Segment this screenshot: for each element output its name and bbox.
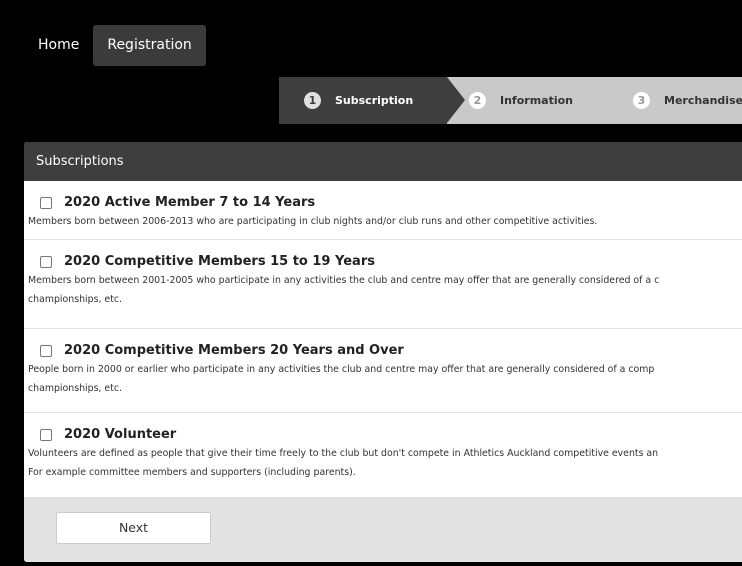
description-line: People born in 2000 or earlier who parti… [28,364,655,375]
step-subscription[interactable]: 1 Subscription [279,77,447,124]
description-line: For example committee members and suppor… [28,467,356,478]
step-label: Merchandise [664,94,742,107]
step-arrow [447,77,465,123]
subscription-title[interactable]: 2020 Competitive Members 15 to 19 Years [64,254,375,269]
nav-home-link[interactable]: Home [24,25,93,66]
step-label: Subscription [335,94,414,107]
panel-footer: Next [24,497,742,562]
panel-title: Subscriptions [24,142,742,181]
subscription-item: 2020 Active Member 7 to 14 Years Members… [24,181,742,240]
step-merchandise[interactable]: 3 Merchandise [633,77,742,124]
subscription-description: People born in 2000 or earlier who parti… [28,360,742,398]
step-number: 3 [633,92,650,109]
next-button[interactable]: Next [56,512,211,544]
subscription-description: Members born between 2006-2013 who are p… [28,216,598,227]
subscription-description: Volunteers are defined as people that gi… [28,444,742,482]
top-nav: Home Registration [24,25,206,66]
step-label: Information [500,94,573,107]
description-line: Members born between 2001-2005 who parti… [28,275,660,286]
subscription-title[interactable]: 2020 Competitive Members 20 Years and Ov… [64,343,404,358]
nav-registration-link[interactable]: Registration [93,25,206,66]
description-line: championships, etc. [28,383,123,394]
subscription-item: 2020 Competitive Members 15 to 19 Years … [24,240,742,329]
subscription-title[interactable]: 2020 Volunteer [64,427,176,442]
wizard-steps: 1 Subscription 2 Information 3 Merchandi… [279,77,742,124]
step-number: 2 [469,92,486,109]
subscription-item: 2020 Volunteer Volunteers are defined as… [24,413,742,497]
subscription-title[interactable]: 2020 Active Member 7 to 14 Years [64,195,315,210]
step-information[interactable]: 2 Information [469,77,573,124]
subscription-checkbox[interactable] [40,255,52,268]
subscription-item: 2020 Competitive Members 20 Years and Ov… [24,329,742,413]
description-line: Volunteers are defined as people that gi… [28,448,659,459]
subscription-description: Members born between 2001-2005 who parti… [28,271,742,309]
subscription-checkbox[interactable] [40,196,52,209]
subscription-checkbox[interactable] [40,344,52,357]
subscription-checkbox[interactable] [40,428,52,441]
step-number: 1 [304,92,321,109]
subscriptions-panel: Subscriptions 2020 Active Member 7 to 14… [24,142,742,562]
description-line: championships, etc. [28,294,123,305]
